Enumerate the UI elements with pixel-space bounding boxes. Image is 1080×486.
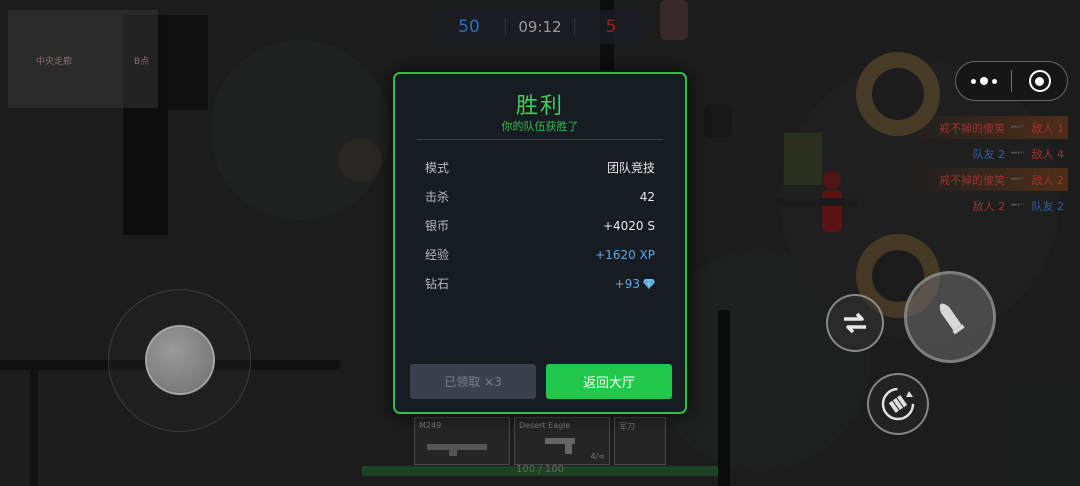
weapon-bar: M249 Desert Eagle 4/∞ 军刀 [414, 417, 666, 465]
stat-label: 钻石 [425, 277, 450, 291]
stat-value-diamonds: +93 [615, 277, 655, 291]
stat-label: 银币 [425, 219, 450, 233]
weapon-name: Desert Eagle [519, 421, 571, 430]
kill-feed-row: 敌人 2 ━⌐ 队友 2 [908, 194, 1068, 217]
return-to-lobby-button[interactable]: 返回大厅 [546, 364, 672, 399]
stat-label: 模式 [425, 161, 450, 175]
stat-value: 团队竞技 [606, 161, 655, 175]
stat-label: 击杀 [425, 190, 450, 204]
kill-feed: 戒不掉的傻笑 ━⌐ 敌人 1 队友 2 ━⌐ 敌人 4 戒不掉的傻笑 ━⌐ 敌人… [908, 116, 1068, 220]
more-dots-icon [970, 78, 976, 84]
stat-row-silver: 银币 +4020 S [425, 211, 655, 240]
close-target-icon [1028, 70, 1051, 92]
result-stats-list: 模式 团队竞技 击杀 42 银币 +4020 S 经验 +1620 XP 钻石 … [425, 153, 655, 298]
score-bar: 50 09:12 5 [433, 10, 647, 44]
divider [417, 139, 663, 140]
stat-label: 经验 [425, 248, 450, 262]
minimap-label: 中央走廊 [36, 57, 73, 67]
pistol-icon [545, 438, 575, 454]
more-menu-button[interactable] [956, 62, 1011, 100]
kill-victim: 敌人 1 [1031, 121, 1065, 135]
weapon-ammo: 4/∞ [590, 452, 605, 461]
kill-feed-row: 队友 2 ━⌐ 敌人 4 [908, 142, 1068, 165]
match-result-dialog: 胜利 你的队伍获胜了 模式 团队竞技 击杀 42 银币 +4020 S 经验 +… [393, 72, 687, 414]
weapon-slot[interactable]: Desert Eagle 4/∞ [514, 417, 610, 465]
blue-team-score: 50 [458, 17, 480, 37]
weapon-name: 军刀 [619, 422, 635, 431]
health-bar: 100 / 100 [362, 464, 718, 476]
weapon-name: M249 [419, 421, 442, 430]
kill-feed-row: 戒不掉的傻笑 ━⌐ 敌人 2 [908, 168, 1068, 191]
close-program-button[interactable] [1012, 62, 1067, 100]
mini-program-capsule [955, 61, 1068, 101]
kill-feed-row: 戒不掉的傻笑 ━⌐ 敌人 1 [908, 116, 1068, 139]
diamond-icon [643, 278, 655, 289]
stat-value: 42 [639, 189, 655, 204]
claimed-reward-button[interactable]: 已领取 ×3 [410, 364, 536, 399]
rifle-icon: ━⌐ [1011, 174, 1026, 185]
weapon-slot[interactable]: 军刀 [614, 417, 666, 465]
kill-killer: 队友 2 [972, 147, 1006, 161]
red-team-score: 5 [605, 17, 617, 37]
stat-value: +4020 S [602, 218, 655, 233]
rifle-icon: ━⌐ [1011, 200, 1026, 211]
machine-gun-icon [427, 444, 487, 456]
weapon-slot[interactable]: M249 [414, 417, 510, 465]
swap-weapon-button[interactable] [826, 294, 884, 352]
kill-victim: 敌人 4 [1031, 147, 1065, 161]
stat-value: +93 [614, 276, 640, 291]
reload-ammo-icon [881, 387, 915, 421]
match-timer: 09:12 [505, 18, 575, 36]
health-text: 100 / 100 [516, 464, 564, 475]
more-dots-icon [979, 77, 988, 85]
kill-victim: 敌人 2 [1031, 173, 1065, 187]
kill-victim: 队友 2 [1031, 199, 1065, 213]
bullet-icon [939, 303, 965, 335]
minimap[interactable]: 中央走廊 B点 [8, 10, 158, 108]
result-subtitle: 你的队伍获胜了 [501, 120, 579, 133]
kill-killer: 戒不掉的傻笑 [939, 173, 1006, 187]
kill-killer: 戒不掉的傻笑 [939, 121, 1006, 135]
stat-row-mode: 模式 团队竞技 [425, 153, 655, 182]
stat-value: +1620 XP [595, 247, 655, 262]
rifle-icon: ━⌐ [1011, 148, 1026, 159]
minimap-label: B点 [134, 57, 150, 67]
result-title: 胜利 [515, 94, 564, 119]
stat-row-kills: 击杀 42 [425, 182, 655, 211]
fire-button[interactable] [904, 271, 996, 363]
stat-row-xp: 经验 +1620 XP [425, 240, 655, 269]
kill-killer: 敌人 2 [972, 199, 1006, 213]
rifle-icon: ━⌐ [1011, 122, 1026, 133]
more-dots-icon [991, 78, 997, 84]
swap-arrows-icon [844, 312, 866, 334]
movement-joystick-knob[interactable] [145, 325, 215, 395]
stat-row-diamonds: 钻石 +93 [425, 269, 655, 298]
reload-button[interactable] [867, 373, 929, 435]
